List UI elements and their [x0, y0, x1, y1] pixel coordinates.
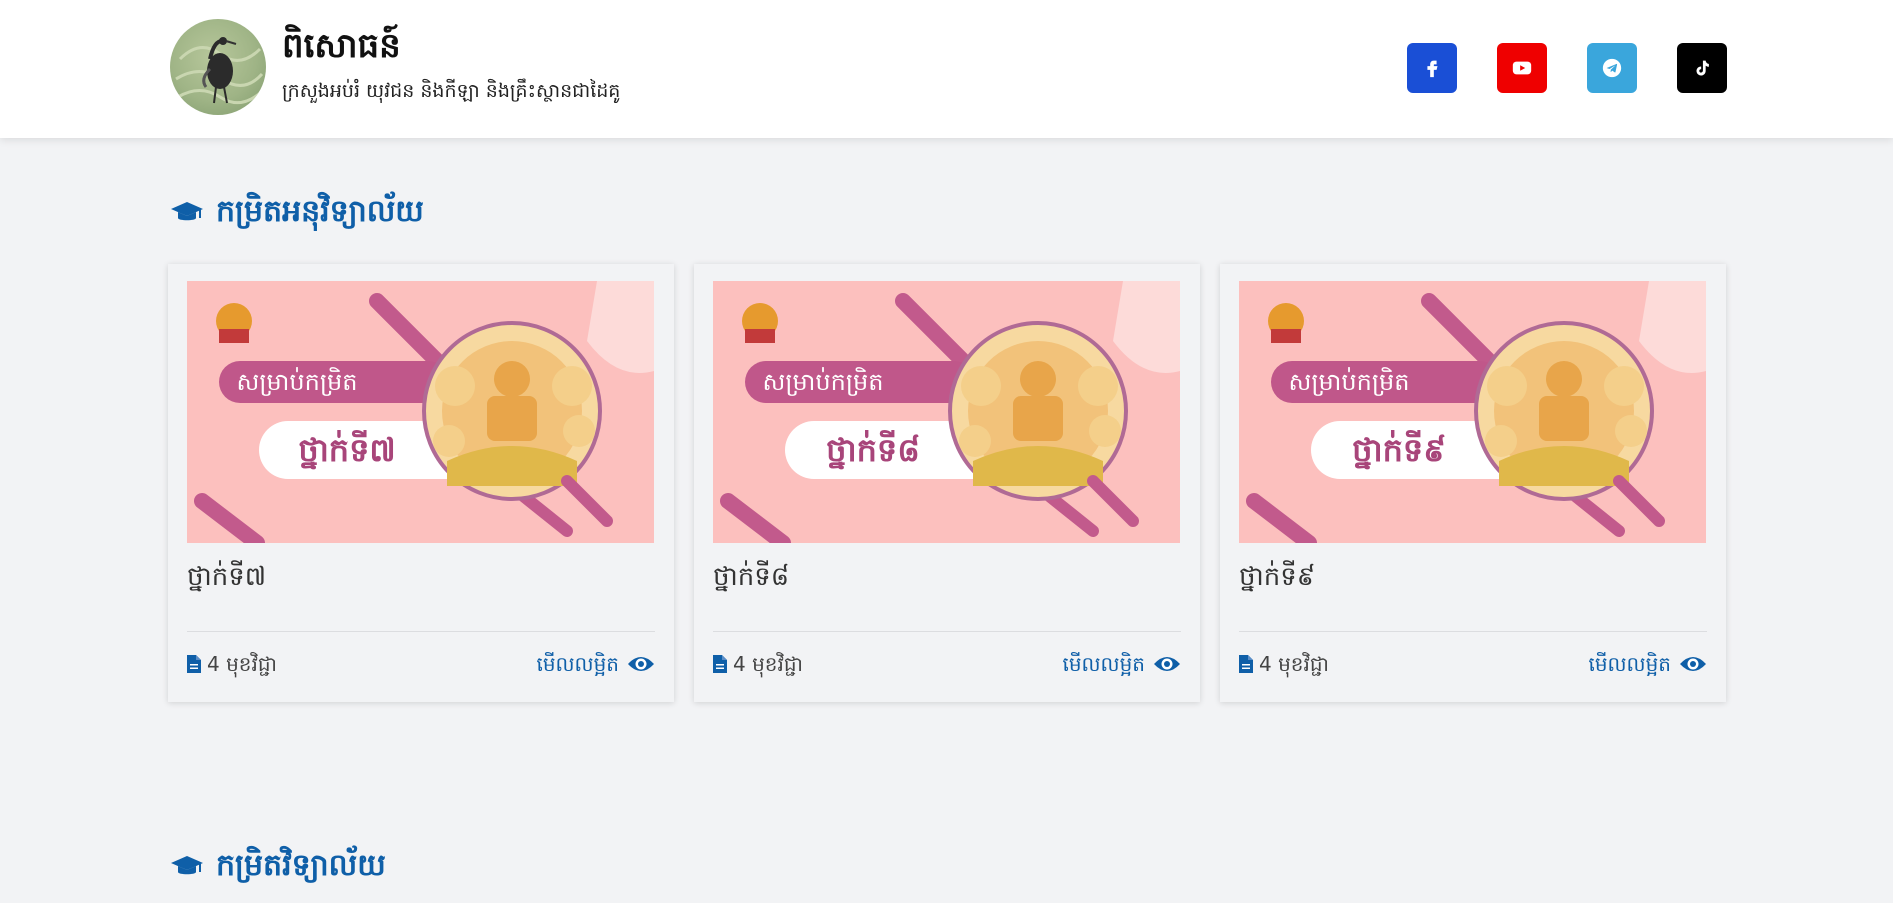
telegram-button[interactable]: [1587, 43, 1637, 93]
grade-card[interactable]: សម្រាប់កម្រិត ថ្នាក់ទី៧ ថ្នាក់ទី៧ 4 មុខវ…: [168, 264, 674, 702]
file-icon: [713, 655, 727, 673]
telegram-icon: [1602, 58, 1622, 78]
card-divider: [1239, 631, 1707, 632]
tiktok-icon: [1696, 60, 1709, 76]
grade-banner-image: សម្រាប់កម្រិត ថ្នាក់ទី៨: [713, 281, 1180, 543]
view-details-text[interactable]: មើលលម្អិត: [1062, 650, 1145, 678]
view-details-link[interactable]: មើលលម្អិត: [536, 650, 655, 678]
file-icon: [1239, 655, 1253, 673]
section-title-lower-secondary: កម្រិតអនុវិទ្យាល័យ: [170, 192, 424, 232]
youtube-button[interactable]: [1497, 43, 1547, 93]
facebook-icon: [1427, 60, 1438, 78]
subject-count: 4 មុខវិជ្ជា: [713, 650, 803, 678]
grade-banner-image: សម្រាប់កម្រិត ថ្នាក់ទី៩: [1239, 281, 1706, 543]
site-logo[interactable]: [170, 19, 266, 115]
banner-grade-text: ថ្នាក់ទី៩: [1352, 430, 1446, 470]
card-divider: [713, 631, 1181, 632]
banner-top-text: សម្រាប់កម្រិត: [1289, 367, 1410, 396]
subject-count-text: 4 មុខវិជ្ជា: [733, 652, 803, 676]
subject-count: 4 មុខវិជ្ជា: [187, 650, 277, 678]
grade-title: ថ្នាក់ទី៨: [713, 562, 790, 592]
section-title-text: កម្រិតវិទ្យាល័យ: [216, 848, 386, 883]
banner-grade-text: ថ្នាក់ទី៨: [826, 430, 920, 470]
graduation-cap-icon: [171, 856, 203, 875]
card-divider: [187, 631, 655, 632]
youtube-icon: [1512, 61, 1532, 75]
eye-icon: [628, 657, 654, 671]
subject-count-text: 4 មុខវិជ្ជា: [1259, 652, 1329, 676]
grade-banner-image: សម្រាប់កម្រិត ថ្នាក់ទី៧: [187, 281, 654, 543]
eye-icon: [1154, 657, 1180, 671]
grade-card[interactable]: សម្រាប់កម្រិត ថ្នាក់ទី៩ ថ្នាក់ទី៩ 4 មុខវ…: [1220, 264, 1726, 702]
section-title-text: កម្រិតអនុវិទ្យាល័យ: [216, 194, 424, 229]
subject-count-text: 4 មុខវិជ្ជា: [207, 652, 277, 676]
view-details-link[interactable]: មើលលម្អិត: [1062, 650, 1181, 678]
file-icon: [187, 655, 201, 673]
site-subtitle: ក្រសួងអប់រំ យុវជន និងកីឡា និងគ្រឹះស្ថានជ…: [282, 80, 621, 102]
banner-grade-text: ថ្នាក់ទី៧: [298, 430, 395, 470]
view-details-text[interactable]: មើលលម្អិត: [536, 650, 619, 678]
grade-title: ថ្នាក់ទី៧: [187, 562, 267, 592]
tiktok-button[interactable]: [1677, 43, 1727, 93]
facebook-button[interactable]: [1407, 43, 1457, 93]
banner-top-text: សម្រាប់កម្រិត: [763, 367, 884, 396]
site-title: ពិសោធន៍: [282, 26, 401, 66]
grade-title: ថ្នាក់ទី៩: [1239, 562, 1316, 592]
view-details-link[interactable]: មើលលម្អិត: [1588, 650, 1707, 678]
banner-top-text: សម្រាប់កម្រិត: [237, 367, 358, 396]
graduation-cap-icon: [171, 202, 203, 221]
crane-bird-logo: [175, 37, 264, 105]
eye-icon: [1680, 657, 1706, 671]
view-details-text[interactable]: មើលលម្អិត: [1588, 650, 1671, 678]
section-title-upper-secondary: កម្រិតវិទ្យាល័យ: [170, 846, 386, 886]
subject-count: 4 មុខវិជ្ជា: [1239, 650, 1329, 678]
site-header: ពិសោធន៍ ក្រសួងអប់រំ យុវជន និងកីឡា និងគ្រ…: [0, 0, 1893, 138]
grade-card[interactable]: សម្រាប់កម្រិត ថ្នាក់ទី៨ ថ្នាក់ទី៨ 4 មុខវ…: [694, 264, 1200, 702]
